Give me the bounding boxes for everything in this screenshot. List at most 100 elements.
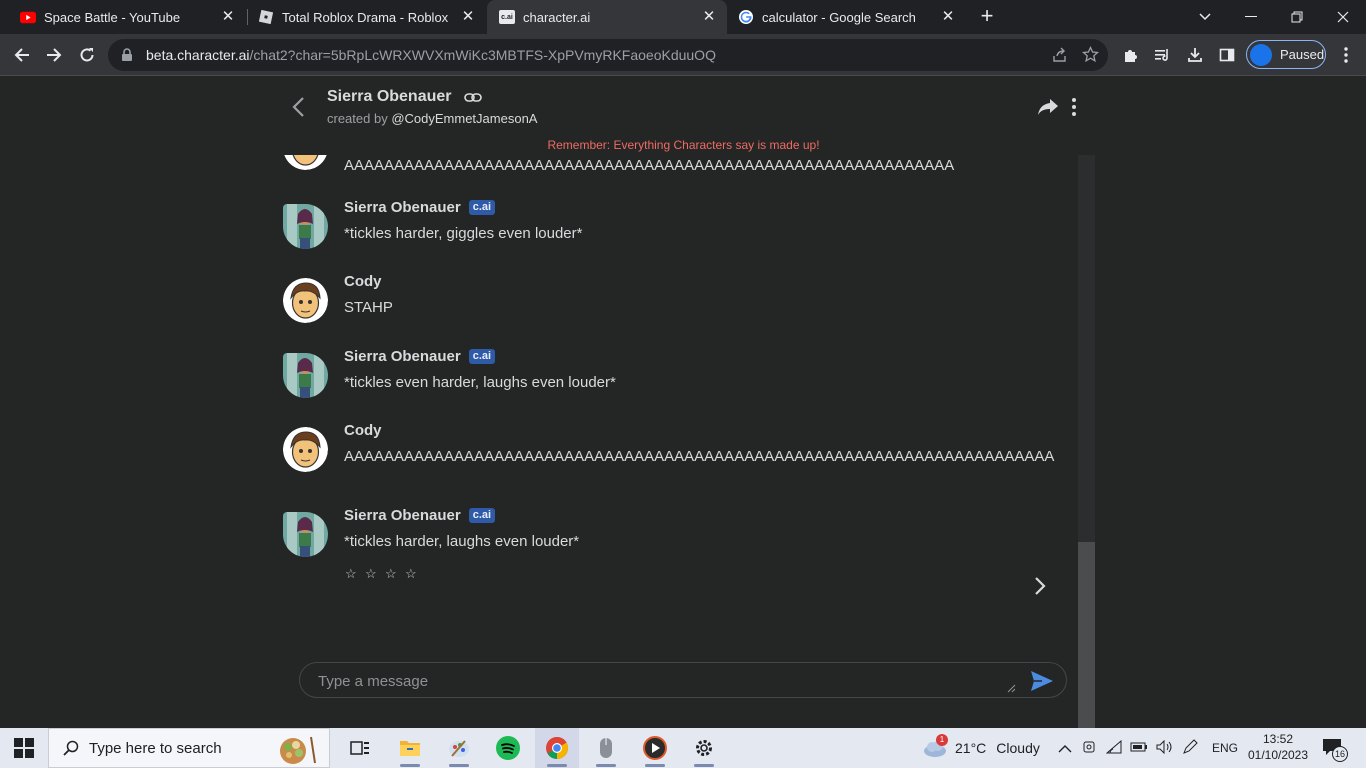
weather-desc: Cloudy (996, 740, 1040, 756)
search-icon (63, 740, 79, 756)
running-indicator (400, 764, 420, 767)
link-icon[interactable] (464, 89, 482, 107)
avatar-cody[interactable] (283, 278, 328, 323)
avatar-sierra[interactable] (283, 512, 328, 557)
message-text: STAHP (344, 299, 393, 316)
chrome-taskbar-icon[interactable] (535, 728, 579, 768)
network-icon[interactable] (1105, 739, 1124, 757)
chat-header: Sierra Obenauer created by @CodyEmmetJam… (271, 77, 1096, 139)
resize-grip-icon[interactable] (1006, 683, 1016, 693)
windows-taskbar: Type here to search 1 21°C Cloudy ENG 13… (0, 728, 1366, 768)
disclaimer-text: Remember: Everything Characters say is m… (547, 138, 820, 152)
bookmark-star-icon[interactable] (1081, 45, 1100, 68)
message-text: *tickles even harder, laughs even louder… (344, 374, 616, 391)
next-response-chevron-icon[interactable] (1032, 575, 1048, 597)
search-highlight-image[interactable] (275, 733, 321, 765)
extensions-puzzle-icon[interactable] (1119, 43, 1143, 67)
message-text: AAAAAAAAAAAAAAAAAAAAAAAAAAAAAAAAAAAAAAAA… (344, 157, 955, 174)
share-page-icon[interactable] (1052, 47, 1068, 68)
forward-arrow-icon[interactable] (42, 43, 66, 67)
star-icon[interactable]: ☆ (405, 567, 419, 581)
back-chevron-icon[interactable] (289, 95, 309, 119)
close-icon[interactable]: ✕ (701, 9, 717, 25)
sender-name: Sierra Obenauer c.ai (344, 507, 496, 524)
ai-badge: c.ai (468, 508, 496, 523)
send-icon[interactable] (1030, 670, 1054, 692)
media-player-icon[interactable] (633, 728, 677, 768)
mouse-app-icon[interactable] (584, 728, 628, 768)
system-tray: ENG (1058, 728, 1238, 768)
tab-youtube[interactable]: Space Battle - YouTube ✕ (8, 0, 246, 34)
running-indicator (694, 764, 714, 767)
avatar-sierra[interactable] (283, 204, 328, 249)
close-icon[interactable]: ✕ (940, 9, 956, 25)
roblox-icon (258, 9, 274, 25)
tab-roblox[interactable]: Total Roblox Drama - Roblox ✕ (248, 0, 486, 34)
weather-widget[interactable]: 1 21°C Cloudy (922, 728, 1040, 768)
file-explorer-icon[interactable] (388, 728, 432, 768)
created-by: created by @CodyEmmetJamesonA (327, 111, 538, 126)
task-view-icon[interactable] (338, 728, 382, 768)
notification-icon[interactable]: 16 (1322, 738, 1348, 762)
cai-icon: c.ai (499, 10, 515, 24)
chevron-up-icon[interactable] (1058, 740, 1074, 756)
restore-button[interactable] (1274, 0, 1320, 34)
back-arrow-icon[interactable] (10, 43, 34, 67)
camera-icon[interactable] (1082, 739, 1098, 758)
lock-icon[interactable] (120, 48, 134, 62)
star-icon[interactable]: ☆ (365, 567, 379, 581)
battery-icon[interactable] (1130, 740, 1150, 756)
scrollbar-thumb[interactable] (1078, 542, 1095, 730)
windows-start-icon[interactable] (14, 738, 34, 758)
tab-title: Total Roblox Drama - Roblox (282, 9, 449, 25)
character-name[interactable]: Sierra Obenauer (327, 88, 452, 106)
avatar-cody[interactable] (283, 427, 328, 472)
running-indicator (449, 764, 469, 767)
paint-icon[interactable] (437, 728, 481, 768)
side-panel-icon[interactable] (1215, 43, 1239, 67)
close-window-button[interactable] (1320, 0, 1366, 34)
reload-icon[interactable] (75, 43, 99, 67)
tab-google[interactable]: calculator - Google Search ✕ (728, 0, 966, 34)
sender-name: Sierra Obenauer c.ai (344, 348, 496, 365)
profile-status: Paused (1280, 47, 1325, 62)
volume-icon[interactable] (1156, 739, 1174, 757)
clock[interactable]: 13:52 01/10/2023 (1240, 731, 1316, 763)
minimize-button[interactable] (1228, 0, 1274, 34)
tab-strip: Space Battle - YouTube ✕ Total Roblox Dr… (0, 0, 1366, 34)
spotify-icon[interactable] (486, 728, 530, 768)
avatar-sierra[interactable] (283, 353, 328, 398)
weather-temp: 21°C (955, 740, 987, 756)
tab-title: character.ai (523, 9, 591, 25)
message-input[interactable] (318, 670, 1008, 692)
taskbar-search[interactable]: Type here to search (48, 728, 330, 768)
cloud-icon: 1 (922, 734, 948, 758)
settings-gear-icon[interactable] (682, 728, 726, 768)
close-icon[interactable]: ✕ (220, 9, 236, 25)
star-icon[interactable]: ☆ (385, 567, 399, 581)
media-control-icon[interactable] (1151, 43, 1175, 67)
download-icon[interactable] (1183, 43, 1207, 67)
address-bar[interactable]: beta.character.ai/chat2?char=5bRpLcWRXWV… (108, 39, 1108, 71)
message-list[interactable]: AAAAAAAAAAAAAAAAAAAAAAAAAAAAAAAAAAAAAAAA… (271, 155, 1078, 730)
new-tab-button[interactable]: + (976, 5, 998, 28)
author-link[interactable]: @CodyEmmetJamesonA (391, 111, 537, 126)
close-icon[interactable]: ✕ (460, 9, 476, 25)
search-placeholder: Type here to search (89, 739, 222, 757)
url-text: beta.character.ai/chat2?char=5bRpLcWRXWV… (146, 47, 716, 63)
avatar-cody[interactable] (283, 155, 328, 170)
tab-character-ai[interactable]: c.ai character.ai ✕ (487, 0, 727, 34)
avatar (1250, 43, 1272, 66)
profile-button[interactable]: Paused (1246, 40, 1326, 69)
chrome-menu-icon[interactable] (1334, 43, 1358, 67)
clock-time: 13:52 (1262, 732, 1294, 746)
message-text: *tickles harder, laughs even louder* (344, 533, 580, 550)
language-indicator[interactable]: ENG (1212, 741, 1238, 755)
message-text: *tickles harder, giggles even louder* (344, 225, 583, 242)
pen-icon[interactable] (1182, 738, 1200, 758)
sender-name: Cody (344, 422, 382, 439)
tab-search-icon[interactable] (1182, 0, 1228, 34)
share-icon[interactable] (1037, 97, 1059, 117)
more-options-icon[interactable] (1069, 97, 1079, 117)
star-icon[interactable]: ☆ (345, 567, 359, 581)
